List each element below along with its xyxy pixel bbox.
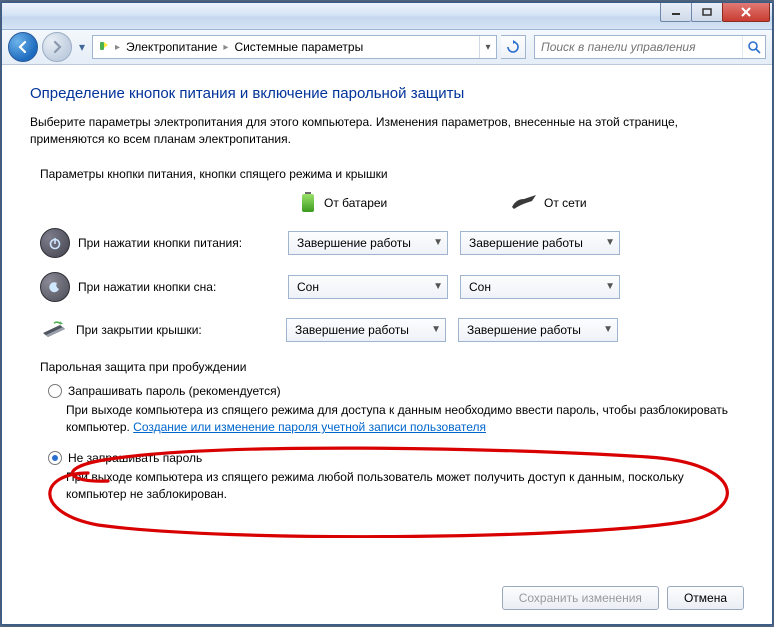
power-options-icon bbox=[93, 39, 115, 55]
row-power-button: При нажатии кнопки питания: Завершение р… bbox=[40, 228, 744, 258]
footer-buttons: Сохранить изменения Отмена bbox=[502, 586, 744, 610]
search-box[interactable] bbox=[534, 35, 766, 59]
laptop-lid-icon bbox=[40, 316, 68, 344]
row-lid-label: При закрытии крышки: bbox=[68, 323, 286, 337]
search-input[interactable] bbox=[535, 40, 742, 54]
select-lid-battery[interactable]: Завершение работы▼ bbox=[286, 318, 446, 342]
row-sleep-label: При нажатии кнопки сна: bbox=[70, 280, 288, 294]
section-buttons-label: Параметры кнопки питания, кнопки спящего… bbox=[40, 167, 744, 181]
nav-history-dropdown[interactable]: ▾ bbox=[76, 40, 88, 54]
row-sleep-button: При нажатии кнопки сна: Сон▼ Сон▼ bbox=[40, 272, 744, 302]
radio-require-label: Запрашивать пароль (рекомендуется) bbox=[68, 384, 281, 398]
intro-text: Выберите параметры электропитания для эт… bbox=[30, 114, 744, 149]
breadcrumb: ▸ Электропитание ▸ Системные параметры bbox=[115, 40, 479, 54]
address-bar[interactable]: ▸ Электропитание ▸ Системные параметры ▾ bbox=[92, 35, 497, 59]
radio-require-desc: При выходе компьютера из спящего режима … bbox=[66, 402, 744, 437]
chevron-right-icon: ▸ bbox=[223, 42, 228, 53]
radio-require[interactable] bbox=[48, 384, 62, 398]
row-power-label: При нажатии кнопки питания: bbox=[70, 236, 288, 250]
refresh-button[interactable] bbox=[501, 35, 526, 59]
select-power-ac[interactable]: Завершение работы▼ bbox=[460, 231, 620, 255]
search-icon[interactable] bbox=[742, 36, 765, 58]
select-sleep-ac[interactable]: Сон▼ bbox=[460, 275, 620, 299]
radio-require-password: Запрашивать пароль (рекомендуется) При в… bbox=[48, 384, 744, 437]
title-bar bbox=[2, 3, 772, 30]
plug-icon bbox=[510, 193, 536, 214]
back-button[interactable] bbox=[8, 32, 38, 62]
cancel-button[interactable]: Отмена bbox=[667, 586, 744, 610]
breadcrumb-item[interactable]: Системные параметры bbox=[230, 40, 367, 54]
select-sleep-battery[interactable]: Сон▼ bbox=[288, 275, 448, 299]
column-battery-label: От батареи bbox=[324, 196, 387, 210]
maximize-button[interactable] bbox=[691, 3, 722, 22]
radio-no-password: Не запрашивать пароль При выходе компьют… bbox=[48, 451, 744, 504]
control-panel-window: ▾ ▸ Электропитание ▸ Системные параметры… bbox=[1, 2, 773, 625]
close-button[interactable] bbox=[722, 3, 770, 22]
power-button-icon bbox=[40, 228, 70, 258]
breadcrumb-item[interactable]: Электропитание bbox=[122, 40, 221, 54]
save-button[interactable]: Сохранить изменения bbox=[502, 586, 659, 610]
forward-button[interactable] bbox=[42, 32, 72, 62]
address-dropdown[interactable]: ▾ bbox=[479, 36, 496, 58]
battery-icon bbox=[300, 191, 316, 216]
page-title: Определение кнопок питания и включение п… bbox=[30, 85, 744, 102]
select-lid-ac[interactable]: Завершение работы▼ bbox=[458, 318, 618, 342]
section-wake-label: Парольная защита при пробуждении bbox=[40, 360, 744, 374]
select-power-battery[interactable]: Завершение работы▼ bbox=[288, 231, 448, 255]
sleep-button-icon bbox=[40, 272, 70, 302]
window-controls bbox=[660, 3, 770, 22]
link-create-password[interactable]: Создание или изменение пароля учетной за… bbox=[133, 420, 486, 434]
content-area: Определение кнопок питания и включение п… bbox=[2, 65, 772, 624]
radio-norequire-desc: При выходе компьютера из спящего режима … bbox=[66, 469, 744, 504]
minimize-button[interactable] bbox=[660, 3, 691, 22]
radio-norequire-label: Не запрашивать пароль bbox=[68, 451, 202, 465]
nav-bar: ▾ ▸ Электропитание ▸ Системные параметры… bbox=[2, 30, 772, 65]
column-headers: От батареи От сети bbox=[300, 191, 744, 216]
column-ac-label: От сети bbox=[544, 196, 587, 210]
radio-norequire[interactable] bbox=[48, 451, 62, 465]
row-lid-close: При закрытии крышки: Завершение работы▼ … bbox=[40, 316, 744, 344]
chevron-right-icon: ▸ bbox=[115, 42, 120, 53]
